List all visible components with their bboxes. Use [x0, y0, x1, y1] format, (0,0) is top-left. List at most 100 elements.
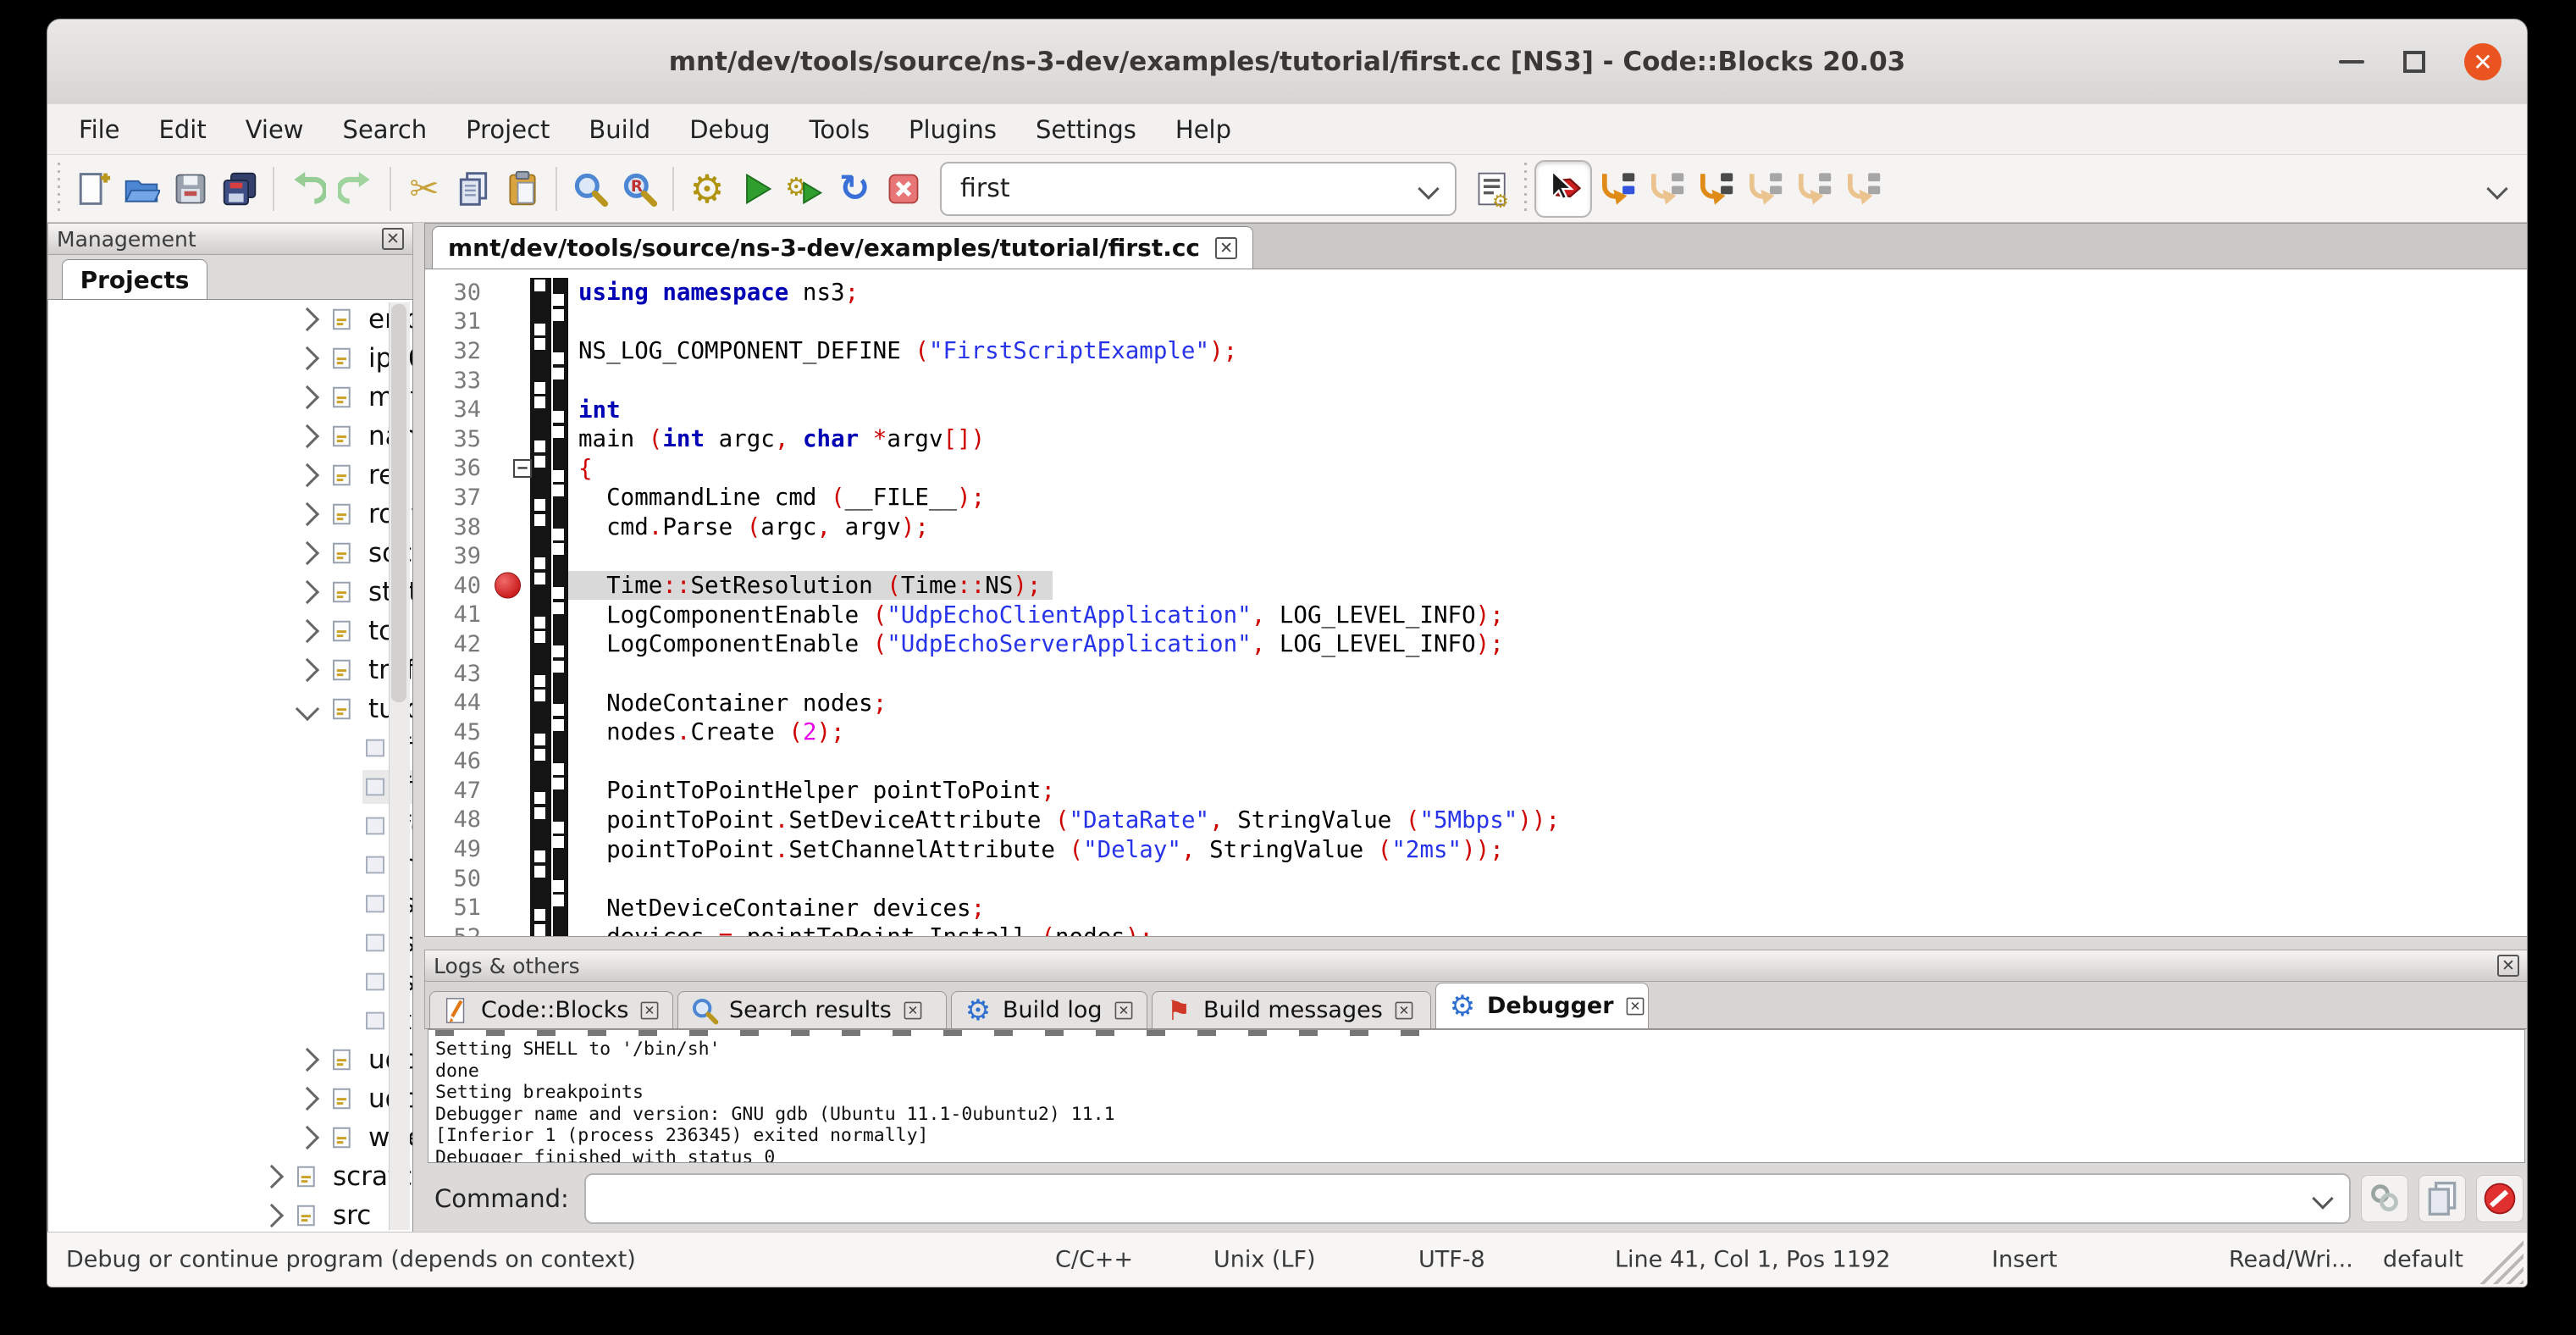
code-line[interactable]: 37 CommandLine cmd (__FILE__); — [425, 483, 2528, 512]
close-icon[interactable]: ✕ — [904, 1001, 921, 1019]
breakpoint-margin[interactable] — [491, 659, 530, 689]
breakpoint-margin[interactable]: − — [491, 454, 530, 484]
log-tab-search-results[interactable]: Search results✕ — [677, 991, 947, 1028]
tree-item-erro[interactable]: erro — [48, 300, 412, 339]
rebuild-button[interactable]: ↻ — [830, 164, 879, 213]
chevron-expanded-icon[interactable] — [296, 697, 319, 721]
code-line[interactable]: 51 NetDeviceContainer devices; — [425, 893, 2528, 922]
fold-collapse-icon[interactable]: − — [513, 459, 532, 478]
menu-settings[interactable]: Settings — [1016, 115, 1156, 144]
menu-edit[interactable]: Edit — [140, 115, 226, 144]
cut-button[interactable]: ✂ — [400, 164, 449, 213]
tree-scrollbar-thumb[interactable] — [391, 304, 406, 702]
chevron-collapsed-icon[interactable] — [296, 1087, 319, 1111]
close-icon[interactable]: ✕ — [2464, 43, 2501, 80]
no-chevron[interactable] — [334, 741, 349, 756]
tree-item-reall[interactable]: reall — [48, 456, 412, 495]
code-line[interactable]: 33 — [425, 366, 2528, 396]
open-file-button[interactable] — [117, 164, 166, 213]
tree-item-rout[interactable]: rout — [48, 495, 412, 534]
breakpoint-margin[interactable] — [491, 541, 530, 571]
close-icon[interactable]: ✕ — [1395, 1001, 1412, 1019]
code-line[interactable]: 43 — [425, 659, 2528, 689]
breakpoint-margin[interactable] — [491, 806, 530, 835]
code-line[interactable]: 38 cmd.Parse (argc, argv); — [425, 512, 2528, 542]
menu-project[interactable]: Project — [446, 115, 569, 144]
breakpoint-margin[interactable] — [491, 629, 530, 659]
chevron-collapsed-icon[interactable] — [296, 619, 319, 643]
tree-item-th[interactable]: th — [48, 1001, 412, 1040]
code-line[interactable]: 48 pointToPoint.SetDeviceAttribute ("Dat… — [425, 806, 2528, 835]
tree-item-se[interactable]: se — [48, 923, 412, 962]
save-all-button[interactable] — [215, 164, 264, 213]
chevron-collapsed-icon[interactable] — [296, 541, 319, 565]
breakpoint-margin[interactable] — [491, 601, 530, 630]
code-line[interactable]: 44 NodeContainer nodes; — [425, 688, 2528, 717]
paste-button[interactable] — [498, 164, 547, 213]
undo-button[interactable] — [283, 164, 332, 213]
no-chevron[interactable] — [334, 897, 349, 911]
breakpoint-margin[interactable] — [491, 336, 530, 366]
tree-item-se[interactable]: se — [48, 884, 412, 923]
tree-item-tuto[interactable]: tuto — [48, 690, 412, 728]
chevron-collapsed-icon[interactable] — [296, 346, 319, 370]
menu-debug[interactable]: Debug — [670, 115, 789, 144]
close-icon[interactable]: ✕ — [2497, 955, 2519, 977]
code-line[interactable]: 34int — [425, 395, 2528, 424]
chevron-collapsed-icon[interactable] — [296, 307, 319, 331]
no-chevron[interactable] — [334, 975, 349, 989]
tree-item-six[interactable]: six — [48, 962, 412, 1001]
code-line[interactable]: 46 — [425, 747, 2528, 777]
tree-item-tcp[interactable]: tcp — [48, 612, 412, 651]
chevron-down-icon[interactable] — [2312, 1188, 2333, 1209]
no-chevron[interactable] — [334, 1014, 349, 1028]
debugger-output[interactable]: Setting SHELL to '/bin/sh'doneSetting br… — [428, 1029, 2525, 1163]
breakpoint-margin[interactable] — [491, 571, 530, 601]
close-icon[interactable]: ✕ — [1114, 1001, 1132, 1019]
code-line[interactable]: 36−{ — [425, 454, 2528, 484]
close-icon[interactable]: ✕ — [1215, 237, 1237, 259]
clear-log-button[interactable] — [2476, 1175, 2523, 1222]
search-input[interactable] — [942, 173, 1421, 204]
breakpoint-margin[interactable] — [491, 366, 530, 396]
no-chevron[interactable] — [334, 858, 349, 872]
menu-build[interactable]: Build — [569, 115, 670, 144]
tree-item-he[interactable]: he — [48, 845, 412, 884]
menu-search[interactable]: Search — [323, 115, 447, 144]
step-into-instruction-button[interactable] — [1838, 164, 1887, 213]
tree-item-stat[interactable]: stat — [48, 573, 412, 612]
toolbar-overflow-button[interactable] — [2490, 181, 2505, 197]
code-line[interactable]: 41 LogComponentEnable ("UdpEchoClientApp… — [425, 601, 2528, 630]
chevron-collapsed-icon[interactable] — [296, 580, 319, 604]
title-bar[interactable]: mnt/dev/tools/source/ns-3-dev/examples/t… — [47, 19, 2527, 105]
tree-item-udp-[interactable]: udp- — [48, 1079, 412, 1118]
new-file-button[interactable] — [68, 164, 117, 213]
code-line[interactable]: 32NS_LOG_COMPONENT_DEFINE ("FirstScriptE… — [425, 336, 2528, 366]
close-icon[interactable]: ✕ — [1626, 997, 1644, 1015]
run-button[interactable] — [732, 164, 781, 213]
no-chevron[interactable] — [334, 780, 349, 795]
log-tab-code-blocks[interactable]: Code::Blocks✕ — [429, 991, 673, 1028]
abort-button[interactable] — [879, 164, 928, 213]
breakpoint-margin[interactable] — [491, 717, 530, 747]
breakpoint-margin[interactable] — [491, 864, 530, 894]
code-line[interactable]: 42 LogComponentEnable ("UdpEchoServerApp… — [425, 629, 2528, 659]
code-line[interactable]: 35main (int argc, char *argv[]) — [425, 424, 2528, 454]
copy-button[interactable] — [449, 164, 498, 213]
breakpoint-margin[interactable] — [491, 483, 530, 512]
close-icon[interactable]: ✕ — [382, 228, 404, 250]
log-tab-build-messages[interactable]: ⚑Build messages✕ — [1152, 991, 1431, 1028]
tree-item-scratch[interactable]: scratch — [48, 1157, 412, 1196]
breakpoint-icon[interactable] — [495, 573, 521, 599]
menu-file[interactable]: File — [59, 115, 140, 144]
code-line[interactable]: 47 PointToPointHelper pointToPoint; — [425, 776, 2528, 806]
breakpoint-margin[interactable] — [491, 307, 530, 337]
chevron-collapsed-icon[interactable] — [260, 1165, 284, 1188]
find-button[interactable] — [566, 164, 615, 213]
breakpoint-margin[interactable] — [491, 688, 530, 717]
breakpoint-margin[interactable] — [491, 776, 530, 806]
tree-item-mat[interactable]: mat — [48, 378, 412, 417]
breakpoint-margin[interactable] — [491, 834, 530, 864]
tree-item-nam[interactable]: nam — [48, 417, 412, 456]
close-icon[interactable]: ✕ — [641, 1001, 659, 1019]
